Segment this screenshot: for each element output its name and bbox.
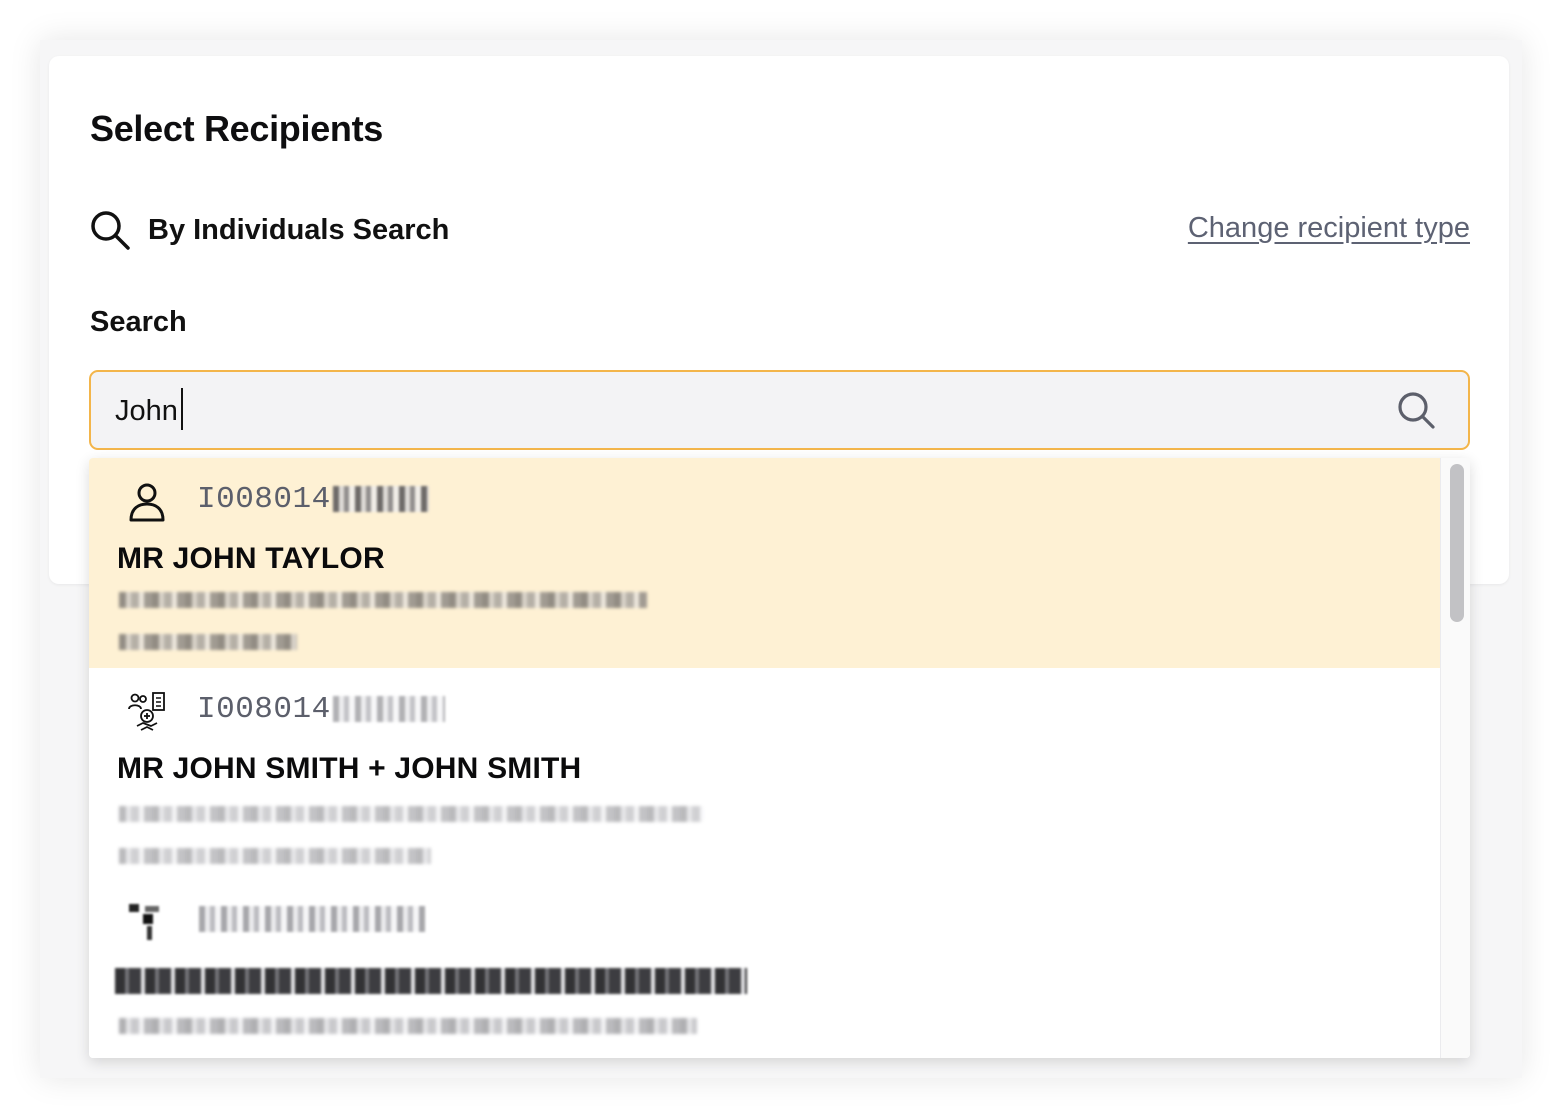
result-item[interactable]: I008014 MR JOHN TAYLOR: [89, 458, 1440, 668]
search-field[interactable]: [89, 370, 1470, 450]
list-fade: [89, 1038, 1440, 1058]
result-list: I008014 MR JOHN TAYLOR I008014 MR JOHN S…: [89, 458, 1440, 1058]
redacted-address: [119, 592, 647, 608]
organisation-icon: [125, 900, 169, 944]
result-name: MR JOHN SMITH + JOHN SMITH: [117, 752, 582, 785]
scrollbar-thumb[interactable]: [1450, 464, 1464, 622]
result-item[interactable]: [89, 878, 1440, 1058]
group-household-icon: [125, 690, 169, 734]
text-cursor: [181, 388, 183, 430]
recipient-mode-row: By Individuals Search: [88, 206, 449, 254]
search-icon: [88, 208, 132, 252]
redacted-detail: [119, 634, 297, 650]
page-title: Select Recipients: [90, 108, 384, 149]
results-scrollbar[interactable]: [1440, 458, 1470, 1058]
result-item[interactable]: I008014 MR JOHN SMITH + JOHN SMITH: [89, 668, 1440, 878]
person-icon: [125, 480, 169, 524]
change-recipient-type-link[interactable]: Change recipient type: [1188, 212, 1470, 245]
redacted-id: [332, 485, 429, 512]
redacted-id: [332, 695, 445, 722]
search-icon: [1398, 392, 1435, 429]
search-field-label: Search: [90, 306, 187, 338]
result-id-text: I008014: [197, 692, 331, 727]
redacted-detail: [119, 848, 431, 864]
result-id: I008014: [197, 692, 445, 727]
redacted-id: [199, 905, 425, 932]
redacted-address: [119, 1018, 697, 1034]
search-input[interactable]: [115, 390, 1375, 432]
search-results-dropdown: I008014 MR JOHN TAYLOR I008014 MR JOHN S…: [89, 458, 1470, 1058]
result-id: [197, 902, 425, 937]
redacted-address: [119, 806, 703, 822]
search-button[interactable]: [1392, 387, 1440, 433]
redacted-name: [115, 968, 747, 994]
recipient-mode-label: By Individuals Search: [148, 213, 450, 246]
result-id-text: I008014: [197, 482, 331, 517]
result-name: MR JOHN TAYLOR: [117, 542, 385, 575]
result-id: I008014: [197, 482, 429, 517]
